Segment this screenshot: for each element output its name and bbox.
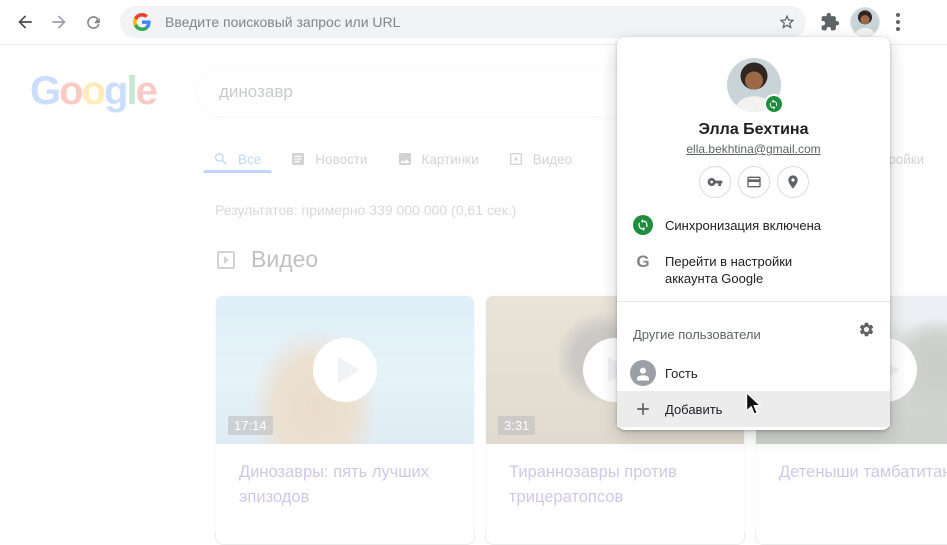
google-g-letter-icon: G bbox=[630, 253, 656, 271]
profile-shortcuts bbox=[617, 166, 890, 198]
back-button[interactable] bbox=[8, 5, 42, 39]
refresh-icon bbox=[84, 13, 103, 32]
cursor-pointer bbox=[745, 391, 764, 418]
toolbar-profile-avatar[interactable] bbox=[850, 7, 880, 37]
profile-avatar bbox=[851, 8, 879, 36]
forward-button[interactable] bbox=[42, 5, 76, 39]
forward-icon bbox=[49, 12, 69, 32]
plus-icon bbox=[630, 399, 656, 419]
toolbar-right-group bbox=[820, 7, 906, 37]
guest-icon bbox=[630, 360, 656, 386]
sync-icon bbox=[630, 215, 656, 235]
extensions-puzzle-icon[interactable] bbox=[820, 12, 840, 32]
location-pin-icon bbox=[785, 174, 801, 190]
google-g-icon bbox=[133, 13, 151, 31]
sync-status-label: Синхронизация включена bbox=[665, 217, 821, 234]
url-input[interactable] bbox=[163, 13, 778, 31]
back-icon bbox=[15, 12, 35, 32]
gear-icon[interactable] bbox=[858, 321, 875, 338]
addresses-button[interactable] bbox=[777, 166, 809, 198]
profile-menu-avatar bbox=[727, 58, 781, 112]
key-icon bbox=[707, 174, 723, 190]
refresh-button[interactable] bbox=[76, 5, 110, 39]
bookmark-star-icon[interactable] bbox=[778, 13, 796, 31]
passwords-button[interactable] bbox=[699, 166, 731, 198]
guest-item[interactable]: Гость bbox=[617, 358, 890, 388]
guest-label: Гость bbox=[665, 365, 698, 382]
profile-menu-popup: Элла Бехтина ella.bekhtina@gmail.com Син… bbox=[617, 37, 890, 430]
menu-dots-icon[interactable] bbox=[890, 7, 906, 37]
google-settings-label: Перейти в настройки аккаунта Google bbox=[665, 253, 825, 287]
sync-badge-icon bbox=[764, 94, 784, 114]
other-users-label: Другие пользователи bbox=[633, 327, 761, 342]
payment-methods-button[interactable] bbox=[738, 166, 770, 198]
other-users-section-header: Другие пользователи bbox=[617, 302, 890, 344]
address-bar[interactable] bbox=[120, 6, 806, 38]
add-user-label: Добавить bbox=[665, 401, 722, 418]
sync-status-item[interactable]: Синхронизация включена bbox=[617, 215, 890, 235]
profile-menu-items: Синхронизация включена G Перейти в настр… bbox=[617, 215, 890, 287]
profile-name: Элла Бехтина bbox=[617, 120, 890, 140]
profile-email-link[interactable]: ella.bekhtina@gmail.com bbox=[617, 142, 890, 156]
card-icon bbox=[746, 174, 762, 190]
google-account-settings-item[interactable]: G Перейти в настройки аккаунта Google bbox=[617, 253, 890, 287]
